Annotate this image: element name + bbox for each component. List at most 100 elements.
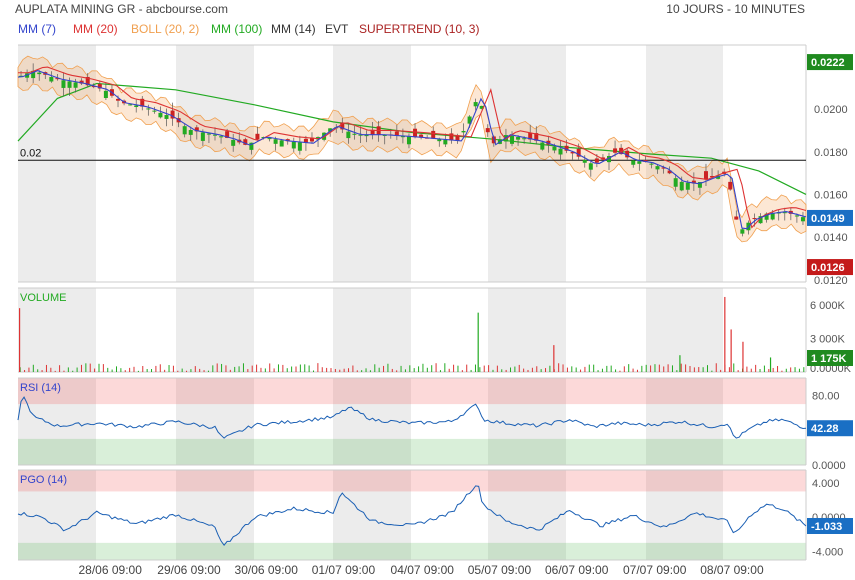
candle-body — [255, 133, 260, 140]
candle-body — [613, 148, 618, 153]
candle-body — [431, 130, 436, 139]
candle-body — [213, 134, 217, 136]
candle-body — [164, 115, 169, 119]
candle-body — [794, 215, 799, 217]
rsi-tick-label: 80.00 — [812, 390, 840, 402]
legend-item: EVT — [325, 22, 349, 36]
candle-body — [558, 148, 563, 155]
candle-body — [231, 139, 236, 146]
candle-body — [188, 130, 193, 135]
x-tick-label: 30/06 09:00 — [235, 563, 299, 577]
candle-body — [443, 139, 448, 145]
oversold-zone — [18, 438, 806, 465]
candle-body — [728, 181, 733, 190]
candle-body — [200, 132, 205, 141]
rsi-badge-text: 42.28 — [811, 423, 839, 435]
candle-body — [461, 130, 466, 133]
session-band — [333, 288, 411, 372]
pgo-tick-label: -4.000 — [812, 546, 843, 558]
x-tick-label: 04/07 09:00 — [391, 563, 455, 577]
candle-body — [49, 76, 54, 82]
candle-body — [279, 140, 284, 147]
pgo-title: PGO (14) — [20, 474, 67, 486]
candle-body — [273, 139, 278, 144]
candle-body — [346, 131, 351, 139]
candle-body — [146, 108, 151, 110]
chart-stage: AUPLATA MINING GR - abcbourse.com 10 JOU… — [0, 0, 855, 580]
candle-body — [649, 163, 654, 165]
candle-body — [37, 72, 42, 75]
y-tick-label: 0.0180 — [814, 147, 848, 159]
candle-body — [734, 216, 739, 220]
x-tick-label: 05/07 09:00 — [468, 563, 532, 577]
pgo-badge-text: -1.033 — [811, 521, 842, 533]
y-tick-label: 0.0140 — [814, 232, 848, 244]
candle-body — [206, 133, 211, 135]
legend-item: MM (14) — [271, 22, 316, 36]
candle-body — [73, 82, 78, 88]
price-badge-text: 0.0149 — [811, 213, 845, 225]
x-tick-label: 01/07 09:00 — [312, 563, 376, 577]
candle-body — [752, 218, 757, 220]
candle-body — [703, 171, 708, 180]
candle-body — [473, 102, 478, 107]
y-tick-label: 0.0160 — [814, 189, 848, 201]
candle-body — [152, 110, 157, 112]
candle-body — [673, 178, 678, 187]
candle-body — [540, 142, 545, 150]
volume-badge-text: 1 175K — [811, 353, 847, 365]
candle-body — [740, 229, 745, 234]
candle-body — [655, 166, 660, 170]
session-band — [176, 288, 254, 372]
candle-body — [297, 142, 302, 151]
candle-body — [291, 141, 296, 149]
legend-item: BOLL (20, 2) — [131, 22, 199, 36]
candle-body — [522, 138, 527, 140]
candle-body — [352, 133, 357, 135]
candle-body — [61, 80, 66, 88]
candle-body — [103, 90, 108, 99]
candle-body — [219, 136, 224, 138]
candle-body — [552, 146, 557, 151]
legend-item: MM (7) — [18, 22, 56, 36]
candle-body — [413, 128, 418, 138]
pgo-tick-label: 4.000 — [812, 478, 840, 490]
overbought-zone — [18, 378, 806, 405]
candle-body — [267, 138, 272, 140]
x-tick-label: 08/07 09:00 — [700, 563, 764, 577]
x-tick-label: 07/07 09:00 — [623, 563, 687, 577]
volume-title: VOLUME — [20, 292, 66, 304]
candle-body — [182, 126, 187, 135]
candle-body — [800, 217, 805, 222]
candle-body — [516, 137, 521, 140]
legend-item: MM (20) — [73, 22, 118, 36]
candle-body — [134, 105, 139, 107]
candle-body — [67, 81, 72, 88]
session-band — [488, 45, 566, 282]
candle-body — [679, 181, 684, 191]
candle-body — [582, 159, 587, 163]
candle-body — [637, 161, 642, 164]
candle-body — [594, 158, 599, 163]
candle-body — [128, 104, 133, 106]
candle-body — [158, 112, 163, 118]
candle-body — [588, 163, 593, 170]
y-tick-label: 0.0200 — [814, 104, 848, 116]
session-band — [333, 45, 411, 282]
candle-body — [406, 136, 411, 145]
price-badge-text: 0.0222 — [811, 57, 845, 69]
legend-item: MM (100) — [211, 22, 262, 36]
candle-body — [631, 160, 636, 165]
session-band — [176, 45, 254, 282]
stock-chart: MM (7) MM (20) BOLL (20, 2) MM (100) MM (14)… — [17, 22, 853, 577]
x-tick-label: 28/06 09:00 — [78, 563, 142, 577]
candle-body — [510, 135, 515, 144]
candle-body — [685, 182, 690, 190]
session-band — [646, 288, 723, 372]
legend-item: SUPERTREND (10, 3) — [359, 22, 479, 36]
oversold-zone — [18, 542, 806, 560]
candle-body — [485, 128, 490, 133]
price-badge-text: 0.0126 — [811, 262, 845, 274]
x-tick-label: 29/06 09:00 — [157, 563, 221, 577]
rsi-tick-label: 0.0000 — [812, 460, 846, 472]
